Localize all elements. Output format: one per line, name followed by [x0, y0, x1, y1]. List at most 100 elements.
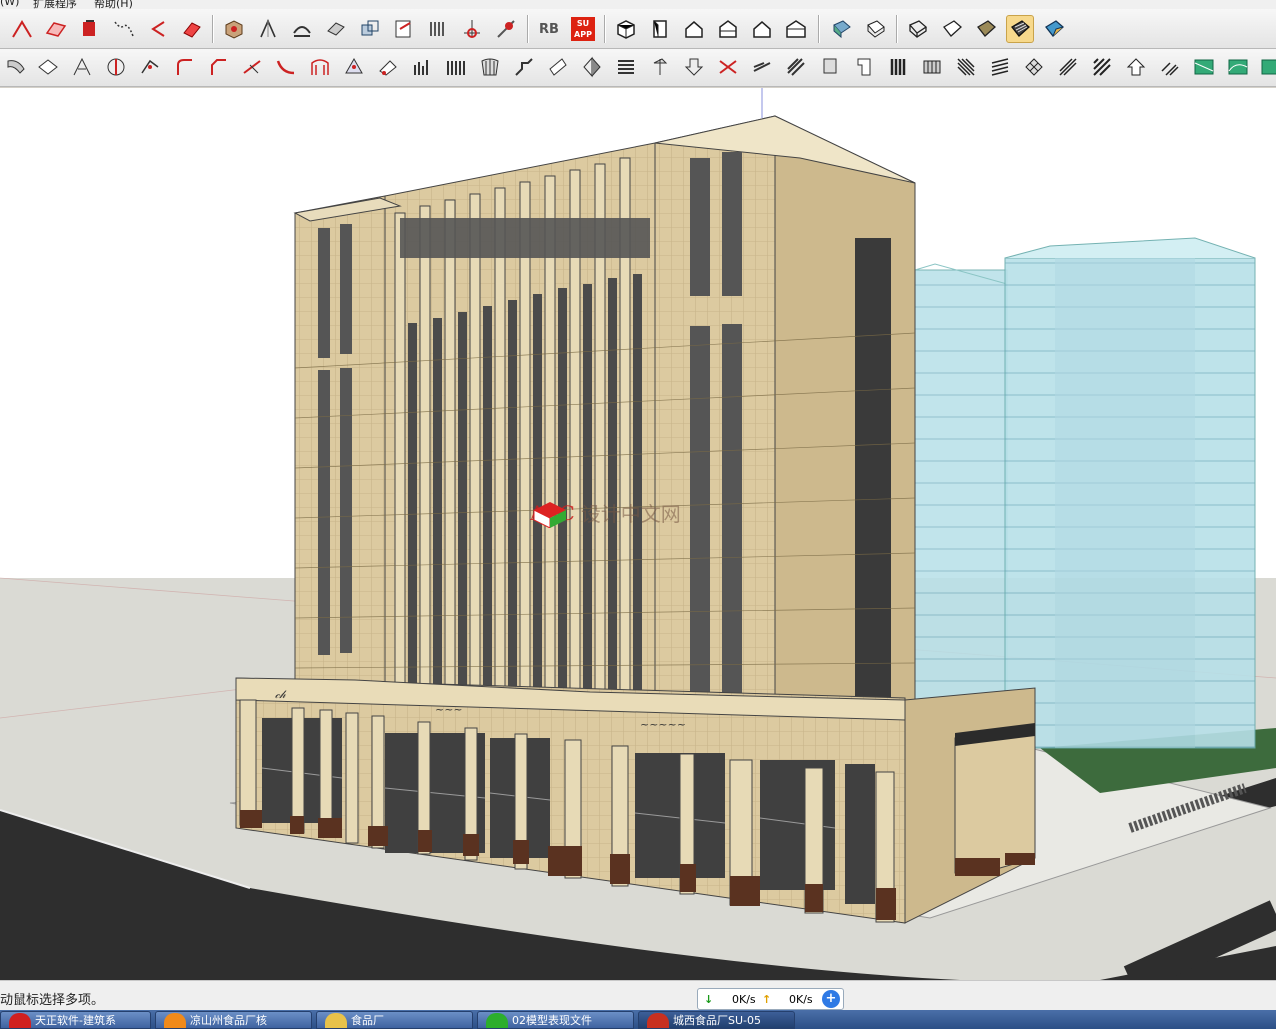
plugin-tool-19-icon[interactable]	[612, 53, 640, 81]
terrain-tool-3-icon[interactable]	[1256, 53, 1276, 81]
arch-tool-icon[interactable]	[306, 53, 334, 81]
plugin-tool-11-icon[interactable]	[340, 53, 368, 81]
su-badge-bottom: APP	[574, 30, 592, 39]
menu-bar: (W) 扩展程序 帮助(H)	[0, 0, 1276, 9]
axes-tool-icon[interactable]	[458, 15, 486, 43]
menu-item-help[interactable]: 帮助(H)	[94, 0, 133, 9]
arc-logo-icon	[533, 502, 566, 528]
plugin-tool-29-icon[interactable]	[952, 53, 980, 81]
terrain-tool-1-icon[interactable]	[1190, 53, 1218, 81]
taskbar-item-label: 凉山州食品厂核	[190, 1014, 267, 1027]
download-arrow-icon: ↓	[704, 993, 714, 1006]
taskbar-item-label: 食品厂	[351, 1014, 384, 1027]
plugin-toolbar	[0, 49, 1276, 87]
curve-tool-icon[interactable]	[272, 53, 300, 81]
paint-bucket-icon[interactable]	[76, 15, 104, 43]
rb-plugin-button[interactable]: RB	[535, 15, 563, 43]
plugin-tool-27-icon[interactable]	[884, 53, 912, 81]
upload-arrow-icon: ↑	[762, 993, 772, 1006]
arc-tool-icon[interactable]	[144, 15, 172, 43]
plugin-tool-25-icon[interactable]	[816, 53, 844, 81]
glass-tower-front	[1004, 237, 1256, 749]
sketchup-app-icon	[647, 1013, 669, 1028]
plugin-tool-20-icon[interactable]	[646, 53, 674, 81]
plugin-tool-28-icon[interactable]	[918, 53, 946, 81]
arc-watermark: ARC 设计中文网	[530, 498, 681, 528]
plugin-tool-1-icon[interactable]	[2, 53, 30, 81]
column-tool-icon[interactable]	[476, 53, 504, 81]
back-edges-style-icon[interactable]	[862, 15, 890, 43]
plugin-tool-12-icon[interactable]	[374, 53, 402, 81]
plugin-tool-3-icon[interactable]	[68, 53, 96, 81]
tape-measure-icon[interactable]	[254, 15, 282, 43]
extend-tool-icon[interactable]	[238, 53, 266, 81]
shaded-style-icon[interactable]	[972, 15, 1000, 43]
monochrome-style-icon[interactable]	[1040, 15, 1068, 43]
plugin-tool-34-icon[interactable]	[1122, 53, 1150, 81]
taskbar-item-model-files[interactable]: 02模型表现文件	[477, 1011, 634, 1029]
protractor-icon[interactable]	[288, 15, 316, 43]
back-view-icon[interactable]	[748, 15, 776, 43]
plugin-tool-32-icon[interactable]	[1054, 53, 1082, 81]
follow-me-icon[interactable]	[322, 15, 350, 43]
plugin-tool-26-icon[interactable]	[850, 53, 878, 81]
menu-item-extensions[interactable]: 扩展程序	[33, 0, 77, 9]
wireframe-style-icon[interactable]	[904, 15, 932, 43]
eraser-tool-icon[interactable]	[42, 15, 70, 43]
media-app-icon	[486, 1013, 508, 1028]
taskbar-item-food-factory-review[interactable]: 凉山州食品厂核	[155, 1011, 312, 1029]
taskbar-item-label: 城西食品厂SU-05	[673, 1014, 761, 1027]
svg-text:~~~: ~~~	[435, 703, 463, 716]
taskbar-item-label: 天正软件-建筑系	[35, 1014, 116, 1027]
plugin-tool-35-icon[interactable]	[1156, 53, 1184, 81]
top-view-icon[interactable]	[646, 15, 674, 43]
section-plane-icon[interactable]	[424, 15, 452, 43]
plus-button[interactable]: +	[822, 990, 840, 1008]
taskbar-item-tangent[interactable]: 天正软件-建筑系	[0, 1011, 151, 1029]
shaded-textures-style-icon[interactable]	[1006, 15, 1034, 43]
taskbar-item-sketchup[interactable]: 城西食品厂SU-05	[638, 1011, 795, 1029]
plugin-tool-2-icon[interactable]	[34, 53, 62, 81]
plugin-tool-22-icon[interactable]	[714, 53, 742, 81]
stairs-tool-icon[interactable]	[442, 53, 470, 81]
tangent-app-icon	[9, 1013, 31, 1028]
su-app-button[interactable]: SU APP	[569, 15, 597, 43]
model-viewport[interactable]: 𝒸𝒽 ~~~ ~~~~~ ARC 设计中文网	[0, 88, 1276, 980]
model-scene: 𝒸𝒽 ~~~ ~~~~~	[0, 88, 1276, 980]
plugin-tool-18-icon[interactable]	[578, 53, 606, 81]
freehand-tool-icon[interactable]	[110, 15, 138, 43]
plugin-tool-23-icon[interactable]	[748, 53, 776, 81]
scale-tool-icon[interactable]	[356, 15, 384, 43]
plugin-tool-30-icon[interactable]	[986, 53, 1014, 81]
plugin-tool-24-icon[interactable]	[782, 53, 810, 81]
array-tool-icon[interactable]	[408, 53, 436, 81]
line-tool-icon[interactable]	[8, 15, 36, 43]
pushpull-tool-icon[interactable]	[178, 15, 206, 43]
component-icon[interactable]	[220, 15, 248, 43]
plugin-tool-16-icon[interactable]	[510, 53, 538, 81]
hidden-line-style-icon[interactable]	[938, 15, 966, 43]
offset-tool-icon[interactable]	[390, 15, 418, 43]
menu-item-window[interactable]: (W)	[0, 0, 19, 8]
front-view-icon[interactable]	[680, 15, 708, 43]
fillet-tool-icon[interactable]	[170, 53, 198, 81]
status-hint: 动鼠标选择多项。	[0, 993, 105, 1008]
svg-text:~~~~~: ~~~~~	[640, 718, 686, 731]
plugin-tool-5-icon[interactable]	[136, 53, 164, 81]
iso-view-icon[interactable]	[612, 15, 640, 43]
plugin-tool-21-icon[interactable]	[680, 53, 708, 81]
left-view-icon[interactable]	[782, 15, 810, 43]
plugin-tool-17-icon[interactable]	[544, 53, 572, 81]
plugin-tool-4-icon[interactable]	[102, 53, 130, 81]
right-view-icon[interactable]	[714, 15, 742, 43]
plugin-tool-33-icon[interactable]	[1088, 53, 1116, 81]
folder-icon	[325, 1013, 347, 1028]
terrain-tool-2-icon[interactable]	[1224, 53, 1252, 81]
main-toolbar: RB SU APP	[0, 9, 1276, 49]
plugin-tool-31-icon[interactable]	[1020, 53, 1048, 81]
dimension-tool-icon[interactable]	[492, 15, 520, 43]
chamfer-tool-icon[interactable]	[204, 53, 232, 81]
rb-badge: RB	[539, 21, 559, 37]
xray-style-icon[interactable]	[828, 15, 856, 43]
taskbar-item-food-factory-folder[interactable]: 食品厂	[316, 1011, 473, 1029]
